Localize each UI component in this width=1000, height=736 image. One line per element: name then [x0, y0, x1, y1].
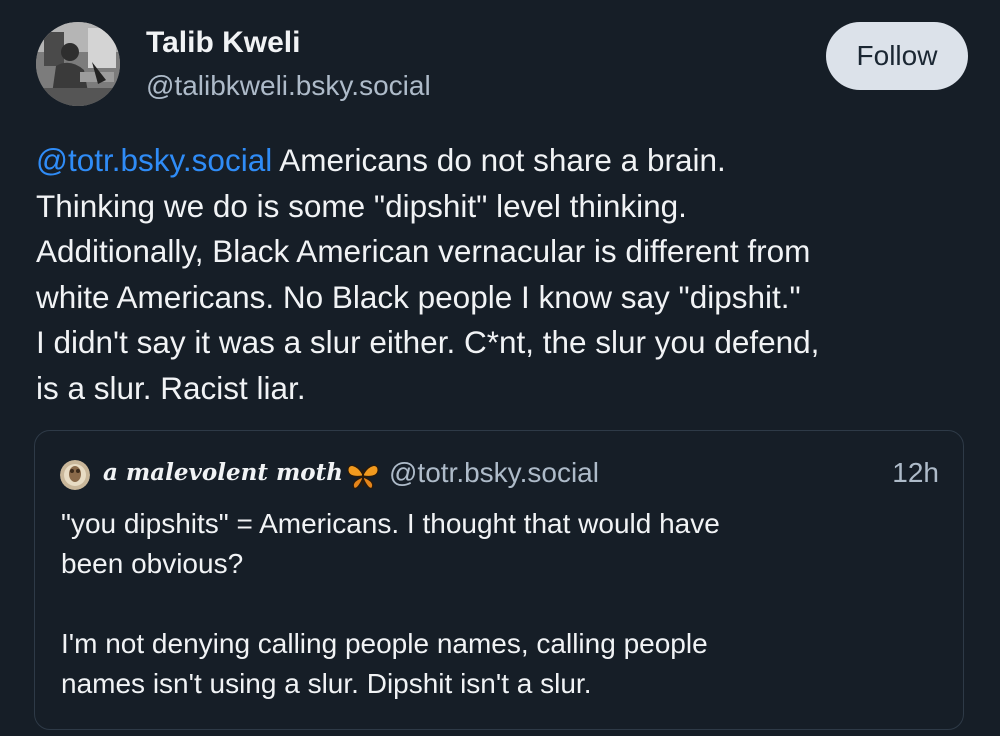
- quoted-author-avatar[interactable]: [60, 460, 90, 490]
- post-line-4: white Americans. No Black people I know …: [36, 278, 801, 315]
- butterfly-icon: [345, 461, 381, 491]
- post-line-1-text: Americans do not share a brain.: [272, 142, 726, 178]
- quoted-post-body: "you dipshits" = Americans. I thought th…: [61, 504, 941, 704]
- post-line-3: Additionally, Black American vernacular …: [36, 233, 811, 270]
- quoted-author-handle[interactable]: @totr.bsky.social: [389, 457, 599, 489]
- post-line-6: is a slur. Racist liar.: [36, 369, 306, 406]
- quoted-post-card[interactable]: a malevolent moth @totr.bsky.social 12h …: [34, 430, 964, 730]
- follow-button[interactable]: Follow: [826, 22, 968, 90]
- author-avatar[interactable]: [36, 22, 120, 106]
- post-body: @totr.bsky.social Americans do not share…: [36, 138, 976, 412]
- author-handle[interactable]: @talibkweli.bsky.social: [146, 70, 431, 102]
- post-line-5: I didn't say it was a slur either. C*nt,…: [36, 324, 820, 361]
- quoted-line-2: been obvious?: [61, 548, 244, 579]
- quoted-line-5: names isn't using a slur. Dipshit isn't …: [61, 668, 592, 699]
- post-line-1: @totr.bsky.social Americans do not share…: [36, 138, 976, 184]
- quoted-line-3: [61, 584, 941, 624]
- post-line-2: Thinking we do is some "dipshit" level t…: [36, 187, 687, 224]
- author-display-name[interactable]: Talib Kweli: [146, 26, 300, 60]
- mention-link[interactable]: @totr.bsky.social: [36, 142, 272, 178]
- quoted-line-1: "you dipshits" = Americans. I thought th…: [61, 508, 720, 539]
- quoted-line-4: I'm not denying calling people names, ca…: [61, 628, 708, 659]
- quoted-post-timestamp[interactable]: 12h: [892, 457, 939, 489]
- quoted-author-display-name[interactable]: a malevolent moth: [103, 459, 343, 486]
